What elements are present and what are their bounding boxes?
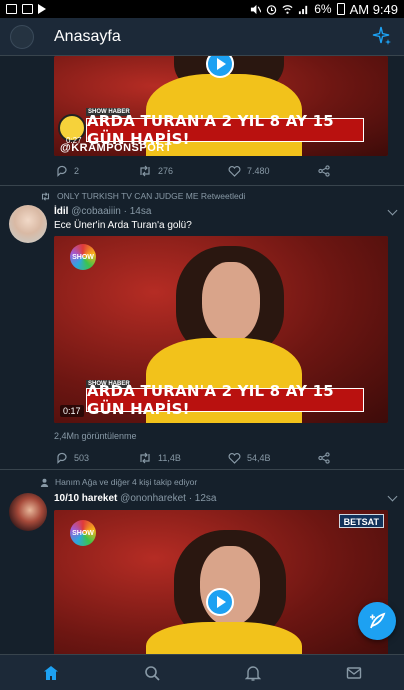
tweet-actions: 503 11,4B 54,4B: [56, 450, 336, 466]
video-duration: 0:27: [66, 136, 82, 145]
follow-context-text: Hanım Ağa ve diğer 4 kişi takip ediyor: [55, 477, 198, 487]
like-count: 54,4B: [247, 453, 271, 463]
bottom-navigation: [0, 654, 404, 690]
show-logo: SHOW: [70, 520, 96, 546]
retweet-icon: [140, 165, 150, 177]
tweet-actions: 2 276 7.480: [56, 163, 336, 179]
retweet-icon: [140, 452, 150, 464]
share-button[interactable]: [318, 165, 330, 177]
tweet-video[interactable]: SHOW HABER ARDA TURAN'A 2 YIL 8 AY 15 GÜ…: [54, 56, 388, 156]
reply-button[interactable]: 503: [56, 452, 138, 464]
compose-tweet-button[interactable]: [358, 602, 396, 640]
share-icon: [318, 452, 330, 464]
mail-icon: [6, 4, 17, 14]
author-handle: @cobaaiiin · 14sa: [71, 206, 152, 217]
author-avatar[interactable]: [9, 205, 47, 243]
video-figure-body: [146, 622, 302, 654]
follow-context: Hanım Ağa ve diğer 4 kişi takip ediyor: [40, 477, 197, 487]
status-bar: 6% AM 9:49: [0, 0, 404, 18]
nav-messages[interactable]: [334, 658, 374, 688]
like-count: 7.480: [247, 166, 270, 176]
heart-icon: [228, 166, 241, 177]
chevron-down-icon[interactable]: [387, 205, 398, 216]
alarm-icon: [267, 4, 277, 15]
author-avatar[interactable]: [9, 493, 47, 531]
retweet-count: 276: [158, 166, 174, 176]
reply-count: 503: [74, 453, 90, 463]
nav-search[interactable]: [132, 658, 172, 688]
image-icon: [22, 4, 33, 14]
retweet-context-text: ONLY TURKISH TV CAN JUDGE ME Retweetledi: [57, 191, 246, 201]
retweet-icon: [41, 191, 50, 201]
retweet-count: 11,4B: [158, 453, 181, 463]
top-app-bar: Anasayfa: [0, 18, 404, 56]
bell-icon: [244, 665, 261, 681]
show-logo: SHOW: [70, 244, 96, 270]
reply-icon: [57, 165, 67, 177]
retweet-button[interactable]: 276: [138, 165, 228, 177]
betsat-logo: BETSAT: [338, 514, 384, 528]
author-row[interactable]: İdil @cobaaiiin · 14sa: [54, 206, 151, 217]
tweet-video[interactable]: SHOW SHOW HABER ARDA TURAN'A 2 YIL 8 AY …: [54, 236, 388, 423]
play-store-icon: [38, 4, 46, 14]
video-figure-face: [202, 262, 260, 342]
wifi-icon: [282, 4, 293, 14]
author-name: 10/10 hareket: [54, 493, 118, 504]
person-icon: [40, 478, 49, 487]
mute-icon: [251, 4, 262, 14]
share-button[interactable]: [318, 452, 330, 464]
video-figure-face: [200, 546, 260, 626]
author-name: İdil: [54, 206, 69, 217]
home-icon: [43, 665, 58, 680]
like-button[interactable]: 7.480: [228, 165, 318, 177]
share-icon: [318, 165, 330, 177]
profile-avatar-button[interactable]: [10, 24, 34, 49]
battery-icon: [336, 3, 345, 15]
reply-button[interactable]: 2: [56, 165, 138, 177]
video-banner: ARDA TURAN'A 2 YIL 8 AY 15 GÜN HAPİS!: [86, 112, 364, 148]
sparkle-icon[interactable]: [372, 26, 392, 46]
heart-icon: [228, 453, 241, 464]
view-count: 2,4Mn görüntülenme: [54, 431, 137, 441]
chevron-down-icon[interactable]: [387, 491, 398, 502]
page-title: Anasayfa: [54, 27, 121, 45]
nav-notifications[interactable]: [233, 658, 273, 688]
tweet-video[interactable]: SHOW BETSAT: [54, 510, 388, 654]
timeline-feed[interactable]: SHOW HABER ARDA TURAN'A 2 YIL 8 AY 15 GÜ…: [0, 56, 404, 654]
play-button[interactable]: [206, 588, 234, 616]
video-duration: 0:17: [60, 405, 84, 417]
retweet-button[interactable]: 11,4B: [138, 452, 228, 464]
reply-icon: [57, 452, 67, 464]
like-button[interactable]: 54,4B: [228, 452, 318, 464]
battery-percent: 6%: [314, 2, 332, 16]
author-row[interactable]: 10/10 hareket @ononhareket · 12sa: [54, 493, 217, 504]
clock: AM 9:49: [349, 1, 398, 17]
signal-icon: [299, 5, 308, 14]
tweet-text: Ece Üner'in Arda Turan'a golü?: [54, 220, 192, 231]
author-handle: @ononhareket · 12sa: [120, 493, 217, 504]
tweet-card[interactable]: SHOW HABER ARDA TURAN'A 2 YIL 8 AY 15 GÜ…: [0, 56, 404, 186]
mail-icon: [346, 666, 361, 679]
reply-count: 2: [74, 166, 80, 176]
search-icon: [144, 665, 160, 681]
video-banner: ARDA TURAN'A 2 YIL 8 AY 15 GÜN HAPİS!: [86, 382, 364, 418]
compose-feather-icon: [370, 612, 386, 629]
tweet-card[interactable]: ONLY TURKISH TV CAN JUDGE ME Retweetledi…: [0, 187, 404, 470]
retweet-context: ONLY TURKISH TV CAN JUDGE ME Retweetledi: [40, 191, 245, 201]
nav-home[interactable]: [31, 658, 71, 688]
tweet-card[interactable]: Hanım Ağa ve diğer 4 kişi takip ediyor 1…: [0, 471, 404, 654]
